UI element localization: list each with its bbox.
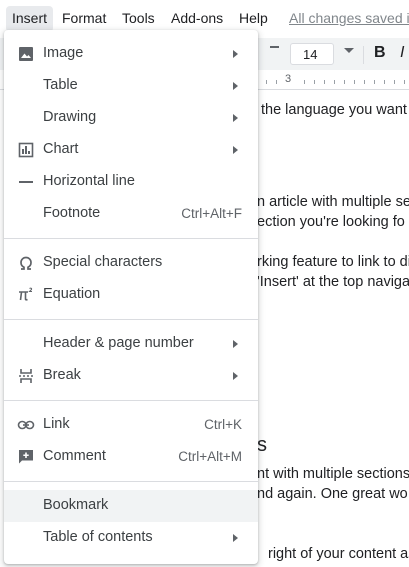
- menu-item-label: Image: [43, 45, 84, 61]
- ruler-tick: [374, 80, 375, 84]
- document-text-line: n article with multiple sec: [257, 194, 409, 210]
- bold-button[interactable]: B: [374, 44, 386, 62]
- ruler-tick: [394, 80, 395, 84]
- menu-item-label: Comment: [43, 448, 106, 464]
- italic-button[interactable]: I: [400, 44, 404, 62]
- submenu-arrow-icon: [233, 50, 238, 58]
- menu-divider: [4, 481, 258, 482]
- document-text-line: 'Insert' at the top naviga: [257, 274, 409, 290]
- menu-item-horizontal-line[interactable]: Horizontal line: [4, 166, 258, 198]
- menu-item-label: Drawing: [43, 109, 97, 125]
- ruler-tick: [334, 80, 335, 84]
- submenu-arrow-icon: [233, 146, 238, 154]
- menu-format[interactable]: Format: [62, 10, 106, 26]
- ruler-tick: [354, 80, 355, 84]
- shortcut-label: Ctrl+K: [204, 417, 242, 432]
- document-text-line: right of your content as: [268, 546, 409, 562]
- decrease-font-size-button[interactable]: [270, 46, 279, 48]
- chart-icon: [17, 141, 35, 159]
- menu-item-header-page-number[interactable]: Header & page number: [4, 328, 258, 360]
- ruler-tick: [314, 80, 315, 84]
- menu-item-label: Chart: [43, 141, 79, 157]
- menu-item-label: Link: [43, 416, 70, 432]
- menu-item-special-characters[interactable]: Special characters: [4, 247, 258, 279]
- menu-item-equation[interactable]: Equation: [4, 279, 258, 311]
- pi-icon: [17, 286, 35, 304]
- ruler-tick: [276, 80, 277, 84]
- submenu-arrow-icon: [233, 372, 238, 380]
- document-text-line: the language you want: [261, 102, 407, 118]
- ruler-tick: [404, 80, 405, 84]
- font-size-input[interactable]: 14: [290, 43, 334, 65]
- menu-add-ons[interactable]: Add-ons: [171, 10, 223, 26]
- menu-insert[interactable]: Insert: [6, 6, 54, 32]
- menu-divider: [4, 319, 258, 320]
- document-text-line: ection you're looking fo: [257, 214, 405, 230]
- document-heading: s: [257, 434, 267, 456]
- ruler-tick: [384, 80, 385, 84]
- ruler-tick: [266, 80, 267, 84]
- submenu-arrow-icon: [233, 82, 238, 90]
- menubar: Insert Format Tools Add-ons Help All cha…: [0, 0, 409, 34]
- menu-tools[interactable]: Tools: [122, 10, 155, 26]
- insert-menu: Image Table Drawing Chart Horizontal lin…: [4, 30, 258, 564]
- toolbar-divider: [363, 46, 364, 64]
- menu-item-label: Break: [43, 367, 81, 383]
- menu-item-label: Special characters: [43, 254, 163, 270]
- comment-icon: [17, 448, 35, 466]
- menu-help[interactable]: Help: [239, 10, 268, 26]
- omega-icon: [17, 254, 35, 272]
- break-icon: [17, 367, 35, 385]
- menu-item-table[interactable]: Table: [4, 70, 258, 102]
- ruler-tick: [364, 80, 365, 84]
- menu-item-chart[interactable]: Chart: [4, 134, 258, 166]
- shortcut-label: Ctrl+Alt+F: [181, 206, 242, 221]
- link-icon: [17, 416, 35, 434]
- menu-item-drawing[interactable]: Drawing: [4, 102, 258, 134]
- menu-item-label: Table of contents: [43, 529, 153, 545]
- menu-item-label: Footnote: [43, 205, 101, 221]
- save-status-link[interactable]: All changes saved i: [289, 10, 409, 26]
- ruler-tick: [344, 80, 345, 84]
- menu-item-comment[interactable]: Comment Ctrl+Alt+M: [4, 441, 258, 473]
- ruler-tick: [304, 80, 305, 84]
- font-size-dropdown-icon[interactable]: [344, 48, 354, 53]
- image-icon: [17, 45, 35, 63]
- menu-item-bookmark[interactable]: Bookmark: [4, 490, 258, 522]
- document-text-line: nt with multiple sections: [257, 466, 409, 482]
- submenu-arrow-icon: [233, 114, 238, 122]
- menu-item-label: Bookmark: [43, 497, 109, 513]
- menu-item-label: Horizontal line: [43, 173, 135, 189]
- shortcut-label: Ctrl+Alt+M: [178, 449, 242, 464]
- menu-item-footnote[interactable]: Footnote Ctrl+Alt+F: [4, 198, 258, 230]
- menu-item-table-of-contents[interactable]: Table of contents: [4, 522, 258, 554]
- menu-item-label: Header & page number: [43, 335, 194, 351]
- document-text-line: rking feature to link to di: [257, 254, 409, 270]
- menu-divider: [4, 400, 258, 401]
- menu-item-link[interactable]: Link Ctrl+K: [4, 409, 258, 441]
- ruler-tick: [324, 80, 325, 84]
- menu-divider: [4, 238, 258, 239]
- horizontal-line-icon: [17, 173, 35, 191]
- submenu-arrow-icon: [233, 534, 238, 542]
- menu-item-image[interactable]: Image: [4, 38, 258, 70]
- menu-item-break[interactable]: Break: [4, 360, 258, 392]
- menu-item-label: Equation: [43, 286, 101, 302]
- submenu-arrow-icon: [233, 340, 238, 348]
- ruler-number: 3: [285, 73, 292, 85]
- document-text-line: nd again. One great wo: [257, 486, 408, 502]
- menu-item-label: Table: [43, 77, 78, 93]
